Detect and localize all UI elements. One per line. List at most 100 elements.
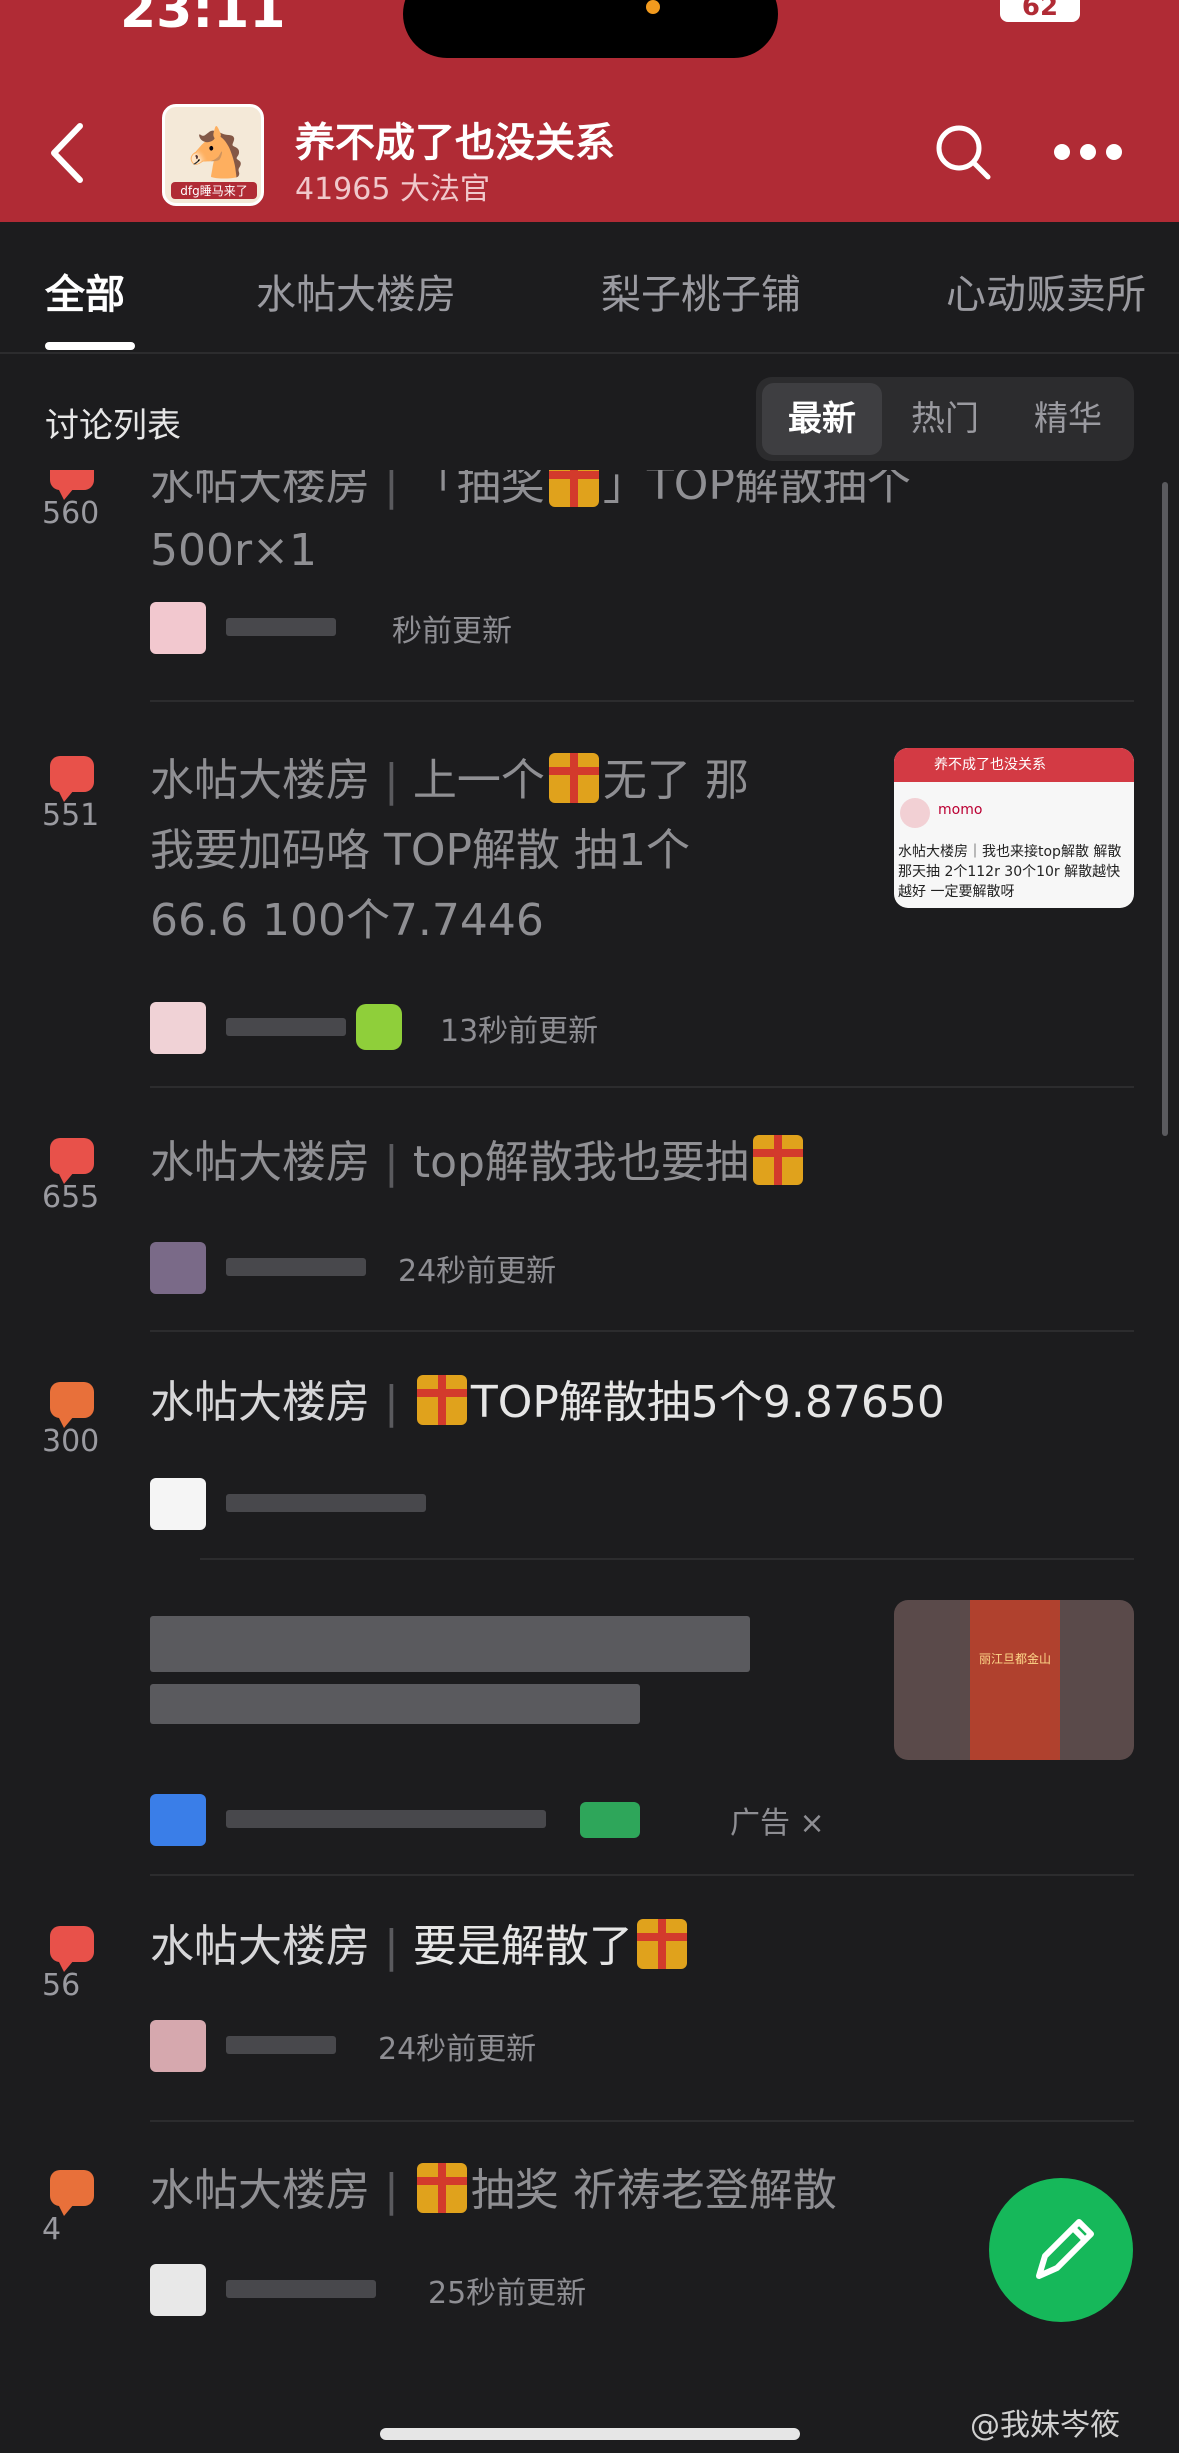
comment-icon — [50, 470, 94, 500]
more-dot-icon — [1080, 144, 1096, 160]
horse-icon: 🐴 — [186, 125, 246, 181]
gift-icon — [752, 1135, 803, 1185]
reply-count: 655 — [42, 1180, 100, 1215]
list-item[interactable]: 560 水帖大楼房 | 「抽奖 」TOP解散抽个 500r×1 秒前更新 — [0, 470, 1179, 702]
status-bar: 23:11 62 — [0, 0, 1179, 60]
pen-icon — [1036, 2219, 1094, 2279]
post-meta: 24秒前更新 — [150, 1238, 750, 1294]
group-name[interactable]: 养不成了也没关系 — [295, 110, 615, 168]
post-title: 水帖大楼房 | TOP解散抽5个9.87650 — [150, 1375, 945, 1428]
redacted-username — [226, 2036, 336, 2054]
status-time: 23:11 — [120, 0, 286, 40]
post-title: 水帖大楼房 | 要是解散了 — [150, 1912, 691, 1982]
gift-icon — [416, 2163, 467, 2213]
home-indicator[interactable] — [380, 2428, 800, 2440]
post-title: 水帖大楼房 | top解散我也要抽 — [150, 1128, 807, 1198]
post-meta: 13秒前更新 — [150, 998, 750, 1054]
group-avatar[interactable]: 🐴 dfg睡马来了 — [162, 104, 264, 206]
list-item[interactable]: 551 水帖大楼房 | 上一个 无了 那 我要加码咯 TOP解散 抽1个 66.6 1… — [0, 702, 1179, 1088]
comment-icon — [50, 756, 94, 802]
ad-item[interactable]: 丽江旦都金山 广告 × — [0, 1560, 1179, 1876]
thumb-user: momo — [938, 802, 983, 818]
update-time: 24秒前更新 — [398, 1254, 557, 1289]
update-time: 24秒前更新 — [378, 2032, 537, 2067]
comment-icon — [50, 1926, 94, 1972]
reply-count: 4 — [42, 2212, 62, 2247]
tab-heart-shop[interactable]: 心动贩卖所 — [946, 262, 1146, 320]
sort-hot[interactable]: 热门 — [885, 383, 1005, 455]
redacted-advertiser — [226, 1810, 546, 1828]
more-dot-icon — [1106, 144, 1122, 160]
redacted-username — [226, 618, 336, 636]
ad-label[interactable]: 广告 × — [730, 1798, 825, 1842]
search-button[interactable] — [933, 122, 993, 182]
dynamic-island — [403, 0, 778, 58]
avatar — [150, 1478, 206, 1530]
update-time: 秒前更新 — [392, 614, 512, 649]
post-title-line2: 500r×1 — [150, 525, 317, 576]
post-title: 水帖大楼房 | 「抽奖 」TOP解散抽个 — [150, 470, 911, 520]
comment-icon — [50, 1382, 94, 1428]
tab-water-posts[interactable]: 水帖大楼房 — [256, 262, 456, 320]
thumb-group-name: 养不成了也没关系 — [894, 748, 1134, 782]
mic-indicator-icon — [646, 0, 660, 14]
post-thumbnail[interactable]: 养不成了也没关系 momo 水帖大楼房｜我也来接top解散 解散那天抽 2个11… — [894, 748, 1134, 908]
ad-thumb-caption: 丽江旦都金山 — [970, 1600, 1060, 1760]
compose-button[interactable] — [989, 2178, 1133, 2322]
gift-icon — [416, 1375, 467, 1425]
ad-thumbnail[interactable]: 丽江旦都金山 — [894, 1600, 1134, 1760]
gift-icon — [636, 1919, 687, 1969]
redacted-username — [226, 2280, 376, 2298]
redacted-ad-title — [150, 1616, 750, 1672]
avatar — [150, 2020, 206, 2072]
redacted-tag — [580, 1802, 640, 1838]
comment-icon — [50, 1138, 94, 1184]
sort-featured[interactable]: 精华 — [1008, 383, 1128, 455]
member-info: 41965 大法官 — [295, 172, 490, 207]
reply-count: 551 — [42, 798, 100, 833]
reply-count: 300 — [42, 1424, 100, 1459]
back-button[interactable] — [44, 118, 94, 188]
search-icon — [936, 125, 991, 180]
post-meta: 24秒前更新 — [150, 2016, 750, 2072]
avatar — [150, 602, 206, 654]
reply-count: 560 — [42, 496, 100, 531]
post-meta: 25秒前更新 — [150, 2260, 750, 2316]
post-meta — [150, 1474, 550, 1530]
update-time: 25秒前更新 — [428, 2276, 587, 2311]
post-title: 水帖大楼房 | 上一个 无了 那 — [150, 753, 749, 806]
more-dot-icon — [1054, 144, 1070, 160]
avatar — [150, 1242, 206, 1294]
list-item[interactable]: 655 水帖大楼房 | top解散我也要抽 24秒前更新 — [0, 1088, 1179, 1332]
battery-icon: 62 — [1000, 0, 1080, 22]
tab-pear-peach[interactable]: 梨子桃子铺 — [601, 262, 801, 320]
post-meta: 秒前更新 — [150, 598, 650, 654]
reply-count: 56 — [42, 1968, 81, 2003]
active-tab-indicator — [45, 342, 135, 350]
ad-meta: 广告 × — [150, 1790, 950, 1846]
post-title-line3: 66.6 100个7.7446 — [150, 895, 544, 946]
list-item[interactable]: 300 水帖大楼房 | TOP解散抽5个9.87650 — [0, 1332, 1179, 1560]
scrollbar[interactable] — [1162, 482, 1168, 1136]
chevron-left-icon — [51, 123, 83, 183]
more-button[interactable] — [1054, 140, 1124, 164]
section-label: 讨论列表 — [45, 406, 181, 446]
avatar — [150, 2264, 206, 2316]
sort-latest[interactable]: 最新 — [762, 383, 882, 455]
avatar — [150, 1002, 206, 1054]
tab-all[interactable]: 全部 — [45, 262, 125, 320]
avatar — [150, 1794, 206, 1846]
redacted-username — [226, 1258, 366, 1276]
redacted-ad-title-line2 — [150, 1684, 640, 1724]
update-time: 13秒前更新 — [440, 1014, 599, 1049]
gift-icon — [548, 753, 599, 803]
post-title: 水帖大楼房 | 抽奖 祈祷老登解散 — [150, 2163, 837, 2216]
gift-icon — [548, 470, 599, 507]
sort-toggle: 最新 热门 精华 — [756, 377, 1134, 461]
redacted-username — [226, 1494, 426, 1512]
comment-icon — [50, 2170, 94, 2216]
board-tabs: 全部 水帖大楼房 梨子桃子铺 心动贩卖所 — [0, 222, 1179, 354]
post-title-line2: 我要加码咯 TOP解散 抽1个 — [150, 825, 691, 876]
avatar — [900, 798, 930, 828]
list-item[interactable]: 56 水帖大楼房 | 要是解散了 24秒前更新 — [0, 1876, 1179, 2122]
